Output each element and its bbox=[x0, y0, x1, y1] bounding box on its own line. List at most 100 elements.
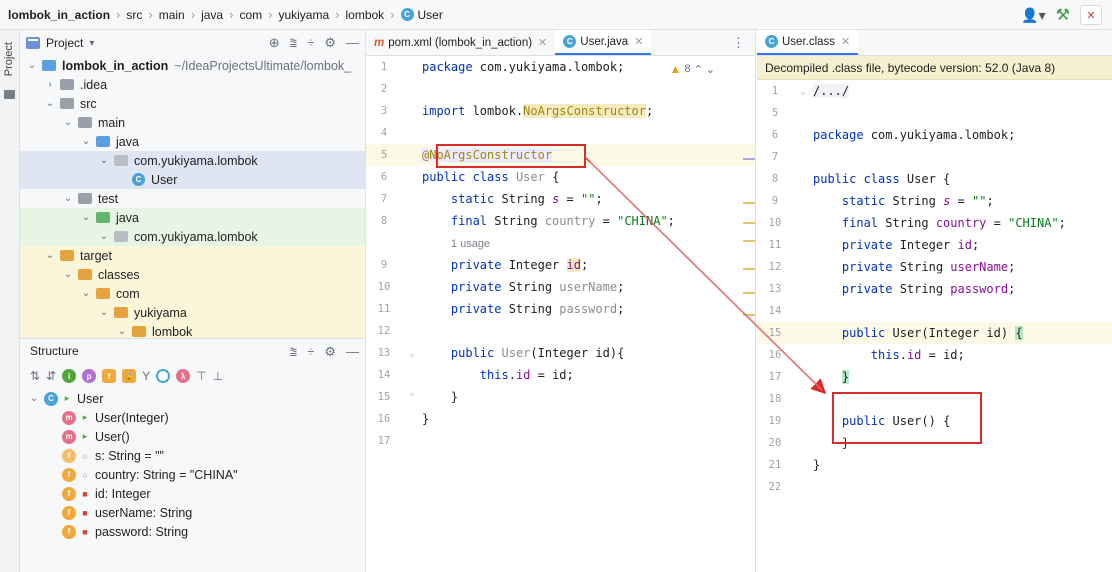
close-icon[interactable]: ✕ bbox=[538, 36, 547, 49]
chevron-down-icon[interactable]: ⌄ bbox=[26, 60, 38, 71]
show-non-public-icon[interactable]: 🔒 bbox=[122, 369, 137, 383]
chevron-down-icon[interactable]: ⌄ bbox=[80, 136, 92, 147]
code-line: 22 bbox=[768, 481, 782, 493]
tree-item[interactable]: ⌄ com.yukiyama.lombok bbox=[20, 227, 365, 246]
code-line: 4 bbox=[380, 127, 388, 139]
chevron-down-icon[interactable]: ⌄ bbox=[116, 326, 128, 337]
navigation-bar: lombok_in_action › src › main › java › c… bbox=[0, 0, 1112, 30]
structure-item[interactable]: ⌄ C ▸ User bbox=[20, 389, 365, 408]
autoscroll-to-source-icon[interactable]: ⊤ bbox=[196, 369, 206, 383]
structure-item[interactable]: f ■ password: String bbox=[20, 522, 365, 541]
tree-item[interactable]: ⌄ java bbox=[20, 208, 365, 227]
tree-item-label: test bbox=[98, 191, 119, 206]
breadcrumb-src[interactable]: src bbox=[126, 8, 142, 22]
tree-item[interactable]: ⌄ src bbox=[20, 94, 365, 113]
chevron-down-icon[interactable]: ⌄ bbox=[44, 98, 56, 109]
chevron-down-icon[interactable]: ▾ bbox=[89, 38, 94, 49]
tree-item[interactable]: ⌄ com.yukiyama.lombok bbox=[20, 151, 365, 170]
tab-user-class[interactable]: C User.class ✕ bbox=[757, 30, 859, 55]
tree-item-label: classes bbox=[98, 267, 140, 282]
chevron-down-icon[interactable]: ⌄ bbox=[28, 393, 40, 404]
chevron-down-icon[interactable]: ⌄ bbox=[80, 288, 92, 299]
show-inherited-icon[interactable]: i bbox=[62, 369, 77, 383]
breadcrumb-com[interactable]: com bbox=[239, 8, 262, 22]
hide-icon[interactable]: — bbox=[346, 35, 359, 51]
structure-item[interactable]: f ■ id: Integer bbox=[20, 484, 365, 503]
more-tabs-icon[interactable]: ⋮ bbox=[732, 35, 745, 51]
breadcrumb-lombok[interactable]: lombok bbox=[345, 8, 384, 22]
tree-item[interactable]: ⌄ com bbox=[20, 284, 365, 303]
tree-item[interactable]: ⌄ classes bbox=[20, 265, 365, 284]
structure-item[interactable]: m ▸ User(Integer) bbox=[20, 408, 365, 427]
project-view-selector[interactable]: Project bbox=[46, 36, 83, 50]
show-lambdas-icon[interactable]: λ bbox=[176, 369, 191, 383]
tab-user-java[interactable]: C User.java ✕ bbox=[555, 30, 652, 55]
tree-item[interactable]: ⌄ java bbox=[20, 132, 365, 151]
annotation-box-constructor bbox=[832, 392, 982, 444]
breadcrumb-user[interactable]: User bbox=[418, 8, 443, 22]
sort-alpha-icon[interactable]: ⇅ bbox=[30, 369, 40, 383]
structure-title: Structure bbox=[30, 344, 79, 358]
close-icon[interactable]: ✕ bbox=[841, 35, 850, 48]
folder-icon[interactable] bbox=[4, 90, 15, 99]
structure-item[interactable]: f ■ userName: String bbox=[20, 503, 365, 522]
user-menu-icon[interactable]: 👤▾ bbox=[1021, 7, 1045, 24]
structure-item[interactable]: f ○ country: String = "CHINA" bbox=[20, 465, 365, 484]
chevron-down-icon[interactable]: ⌄ bbox=[44, 250, 56, 261]
tree-item[interactable]: › .idea bbox=[20, 75, 365, 94]
gear-icon[interactable]: ⚙ bbox=[324, 35, 336, 51]
run-config-icon[interactable]: ✕ bbox=[1080, 5, 1102, 25]
show-fields-icon[interactable]: f bbox=[102, 369, 117, 383]
collapse-all-icon[interactable]: ÷ bbox=[307, 35, 314, 51]
tree-item[interactable]: ⌄ target bbox=[20, 246, 365, 265]
project-stripe-button[interactable]: Project bbox=[3, 42, 15, 76]
folder-icon bbox=[96, 212, 110, 223]
tree-item-label: User bbox=[151, 172, 178, 187]
breadcrumb-yukiyama[interactable]: yukiyama bbox=[278, 8, 329, 22]
tab-pom-xml[interactable]: m pom.xml (lombok_in_action) ✕ bbox=[366, 30, 555, 55]
tree-item[interactable]: ⌄ lombok_in_action ~/IdeaProjectsUltimate/… bbox=[20, 56, 365, 75]
private-lock-icon: ■ bbox=[82, 507, 88, 518]
chevron-down-icon[interactable]: ⌄ bbox=[62, 269, 74, 280]
expand-all-icon[interactable]: ⩰ bbox=[290, 35, 298, 51]
chevron-down-icon[interactable]: ⌄ bbox=[80, 212, 92, 223]
code-line: 13 ⌄ public User(Integer id){ bbox=[377, 346, 625, 360]
tree-item[interactable]: ⌄ lombok bbox=[20, 322, 365, 338]
editor-tabs: m pom.xml (lombok_in_action) ✕ C User.ja… bbox=[366, 30, 755, 56]
locate-icon[interactable]: ⊕ bbox=[269, 35, 280, 51]
breadcrumb-project[interactable]: lombok_in_action bbox=[8, 8, 110, 22]
breadcrumb-java[interactable]: java bbox=[201, 8, 223, 22]
filter-icon[interactable]: Y bbox=[142, 369, 150, 383]
field-icon: f bbox=[62, 505, 76, 520]
code-line: 1 ⌄/.../ bbox=[771, 84, 850, 98]
tree-item[interactable]: ⌄ yukiyama bbox=[20, 303, 365, 322]
structure-item[interactable]: m ▸ User() bbox=[20, 427, 365, 446]
tree-item-label: target bbox=[80, 248, 112, 263]
expand-all-icon[interactable]: ⩰ bbox=[290, 344, 298, 360]
collapse-all-icon[interactable]: ÷ bbox=[307, 344, 314, 360]
code-line: 14 bbox=[768, 305, 782, 317]
autoscroll-from-source-icon[interactable]: ⊥ bbox=[213, 369, 223, 383]
code-line: 9 private Integer id; bbox=[380, 258, 589, 272]
tree-item[interactable]: ⌄ main bbox=[20, 113, 365, 132]
chevron-down-icon[interactable]: ⌄ bbox=[98, 231, 110, 242]
breadcrumb-main[interactable]: main bbox=[159, 8, 185, 22]
chevron-down-icon[interactable]: ⌄ bbox=[98, 307, 110, 318]
chevron-down-icon[interactable]: ⌄ bbox=[98, 155, 110, 166]
code-line: 11 private Integer id; bbox=[768, 238, 980, 252]
close-icon[interactable]: ✕ bbox=[634, 35, 643, 48]
tree-item[interactable]: ⌄ test bbox=[20, 189, 365, 208]
structure-item[interactable]: f ○ s: String = "" bbox=[20, 446, 365, 465]
show-anonymous-icon[interactable] bbox=[156, 369, 171, 383]
chevron-right-icon[interactable]: › bbox=[44, 79, 56, 90]
show-properties-icon[interactable]: p bbox=[82, 369, 97, 383]
sort-visibility-icon[interactable]: ⇵ bbox=[46, 369, 56, 383]
gear-icon[interactable]: ⚙ bbox=[324, 344, 336, 360]
chevron-right-icon: › bbox=[116, 7, 121, 22]
hide-icon[interactable]: — bbox=[346, 344, 359, 360]
tree-item[interactable]: C User bbox=[20, 170, 365, 189]
code-line: 10 final String country = "CHINA"; bbox=[768, 216, 1066, 230]
build-hammer-icon[interactable]: ⚒ bbox=[1056, 5, 1070, 25]
chevron-down-icon[interactable]: ⌄ bbox=[62, 193, 74, 204]
chevron-down-icon[interactable]: ⌄ bbox=[62, 117, 74, 128]
